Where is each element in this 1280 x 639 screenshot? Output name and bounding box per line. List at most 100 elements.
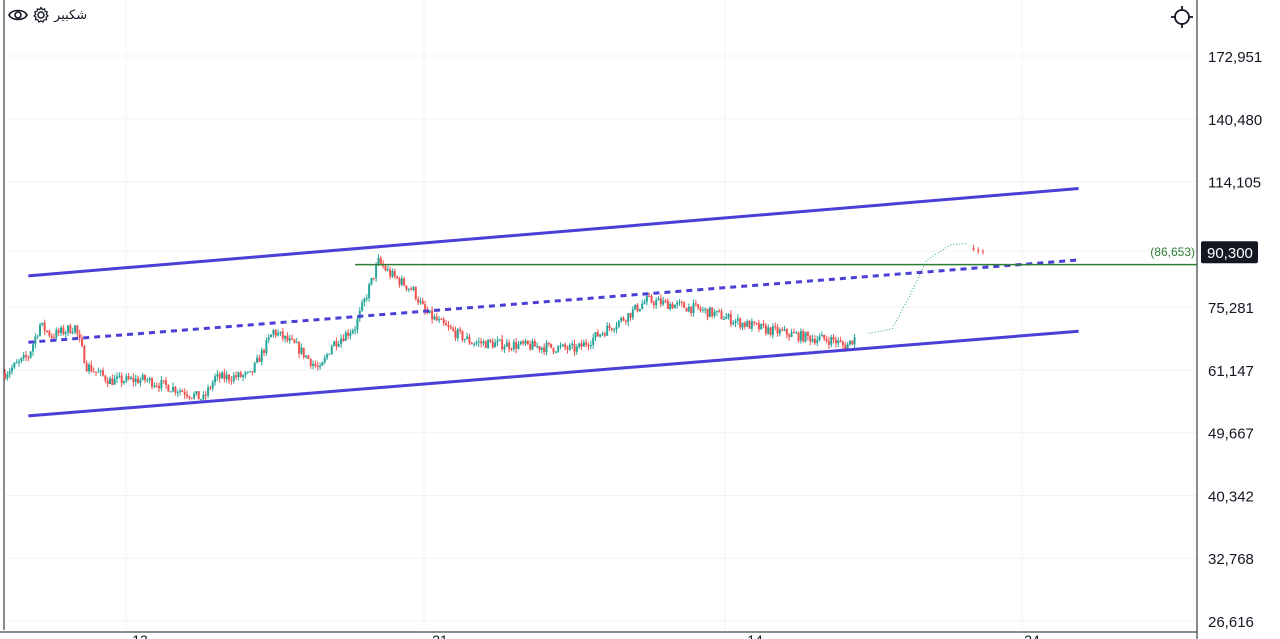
candle-body	[330, 346, 333, 354]
candle-body	[841, 342, 844, 346]
candle-body	[568, 344, 571, 350]
candle-body	[85, 363, 88, 372]
candle-body	[407, 288, 410, 290]
candle-body	[363, 298, 366, 303]
candle-body	[333, 341, 336, 347]
price-tick-label: 75,281	[1208, 300, 1254, 317]
candle-body	[571, 343, 574, 345]
candle-body	[433, 316, 436, 320]
eye-icon[interactable]	[8, 5, 28, 25]
candle-body	[356, 318, 359, 330]
candle-body	[515, 342, 518, 349]
time-tick-label: 21	[432, 632, 448, 639]
candle-body	[741, 322, 744, 328]
candle-body	[459, 329, 462, 332]
candle-body	[755, 323, 758, 325]
candle-body	[522, 341, 525, 344]
crosshair-icon[interactable]	[1170, 5, 1194, 29]
candle-body	[8, 371, 11, 375]
candle-body	[300, 347, 303, 354]
candle-body	[340, 338, 343, 345]
candle-body	[127, 376, 130, 379]
candle-body	[32, 344, 35, 352]
candle-body	[851, 340, 854, 345]
candle-body	[342, 338, 345, 341]
candle-body	[372, 277, 375, 279]
candle-body	[39, 324, 42, 336]
candle-body	[676, 302, 679, 305]
candle-body	[419, 300, 422, 303]
candle-body	[564, 344, 567, 348]
candle-body	[151, 378, 154, 387]
time-tick-label: 13	[132, 632, 148, 639]
candle-body	[792, 332, 795, 334]
price-chart[interactable]: (86,653) 172,951140,480114,10590,68975,2…	[0, 0, 1280, 639]
candle-body	[218, 373, 221, 379]
candle-body	[547, 343, 550, 345]
candle-body	[725, 316, 728, 320]
candle-body	[769, 327, 772, 335]
price-axis[interactable]: 172,951140,480114,10590,68975,28161,1474…	[1201, 49, 1262, 631]
candle-body	[228, 374, 231, 381]
candle-body	[648, 295, 651, 297]
candle-body	[398, 278, 401, 285]
candle-body	[139, 379, 142, 384]
candle-body	[447, 325, 450, 327]
candle-body	[531, 341, 534, 350]
candle-body	[972, 248, 975, 250]
candle-body	[585, 342, 588, 346]
candle-body	[832, 336, 835, 340]
candle-body	[645, 295, 648, 302]
chart-legend: شکبیر	[8, 5, 87, 25]
candle-body	[181, 390, 184, 393]
candle-body	[57, 330, 60, 333]
candle-body	[27, 357, 30, 359]
candle-body	[344, 332, 347, 341]
candle-body	[827, 340, 830, 345]
candle-body	[839, 340, 842, 343]
candle-body	[596, 332, 599, 337]
candle-body	[148, 378, 151, 381]
candle-body	[470, 343, 473, 345]
candle-body	[211, 382, 214, 389]
candle-body	[146, 380, 149, 382]
candle-body	[687, 306, 690, 312]
projection-line	[868, 242, 968, 334]
candle-body	[62, 327, 65, 334]
candle-body	[370, 277, 373, 285]
candle-body	[347, 332, 350, 336]
candle-body	[767, 327, 770, 334]
candle-body	[669, 304, 672, 310]
candle-body	[487, 339, 490, 348]
candle-body	[813, 338, 816, 344]
time-axis[interactable]: 13 21 14 24	[132, 632, 1040, 639]
candle-body	[132, 377, 135, 382]
candle-body	[463, 339, 466, 341]
gear-icon[interactable]	[31, 5, 51, 25]
candle-body	[25, 355, 28, 358]
candle-body	[601, 333, 604, 335]
candle-body	[536, 346, 539, 348]
candle-body	[825, 338, 828, 341]
candle-body	[708, 307, 711, 318]
candle-body	[125, 376, 128, 382]
candle-body	[622, 317, 625, 321]
candle-body	[379, 257, 382, 264]
price-tick-label: 140,480	[1208, 112, 1262, 129]
candle-body	[454, 330, 457, 339]
candle-body	[391, 271, 394, 277]
candle-body	[307, 355, 310, 359]
candle-body	[253, 362, 256, 373]
price-tick-label: 26,616	[1208, 614, 1254, 631]
candle-body	[162, 380, 165, 382]
candle-body	[746, 321, 749, 327]
candle-body	[225, 374, 228, 380]
candle-body	[599, 334, 602, 337]
candle-body	[757, 323, 760, 330]
candle-body	[384, 266, 387, 271]
candle-body	[762, 323, 765, 326]
candle-body	[92, 371, 95, 373]
candle-body	[823, 334, 826, 339]
candle-body	[550, 343, 553, 348]
candle-body	[43, 322, 46, 331]
